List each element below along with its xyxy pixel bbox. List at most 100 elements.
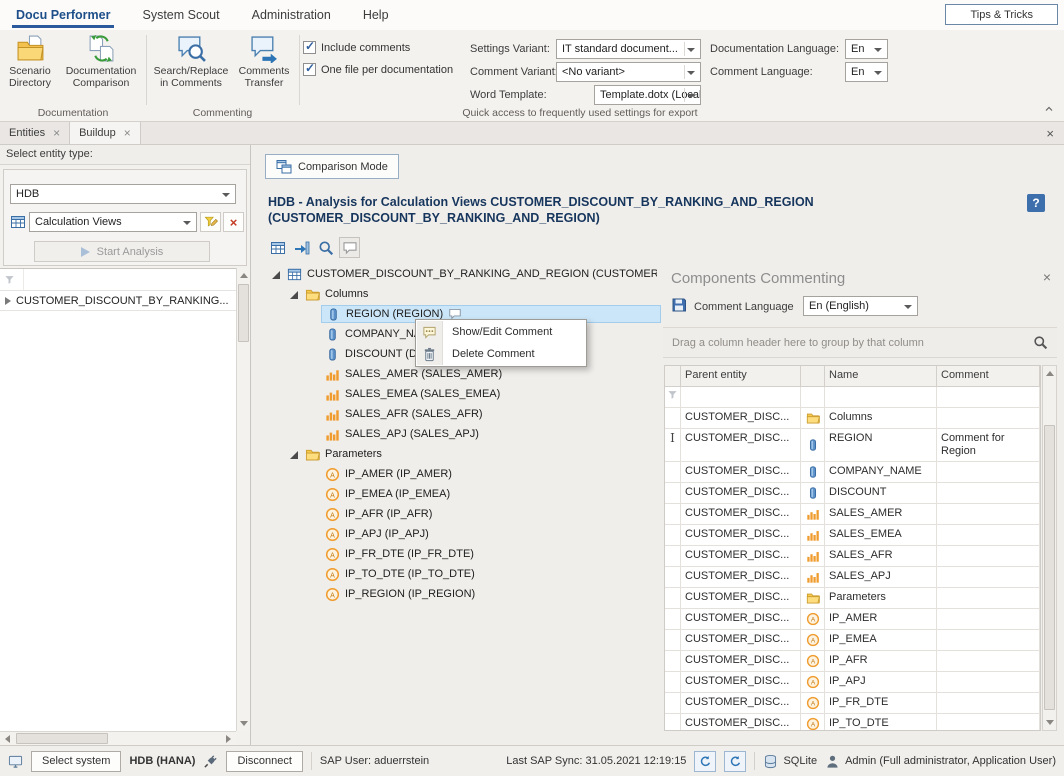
group-by-area[interactable]: Drag a column header here to group by th… (663, 327, 1057, 358)
sync-now-button[interactable] (694, 751, 716, 772)
menu-item-docu-performer[interactable]: Docu Performer (0, 0, 126, 30)
tree-node-sales-afr[interactable]: SALES_AFR (SALES_AFR) (253, 404, 661, 424)
table-row[interactable]: CUSTOMER_DISC... SALES_APJ (665, 567, 1040, 588)
scroll-down-icon[interactable] (240, 721, 248, 726)
include-comments-checkbox[interactable]: Include comments (303, 41, 410, 54)
comments-table-vscrollbar[interactable] (1042, 365, 1057, 731)
start-analysis-button[interactable]: Start Analysis (34, 241, 210, 262)
tree-node-parameters[interactable]: Parameters (253, 444, 661, 464)
tree-node-ip-apj[interactable]: IP_APJ (IP_APJ) (253, 524, 661, 544)
column-header-name[interactable]: Name (825, 366, 937, 387)
ribbon-collapse-button[interactable] (1040, 101, 1058, 117)
tab-buildup[interactable]: Buildup × (70, 122, 141, 144)
table-row[interactable]: CUSTOMER_DISC... SALES_AFR (665, 546, 1040, 567)
scroll-up-icon[interactable] (240, 273, 248, 278)
table-row[interactable]: CUSTOMER_DISC... SALES_AMER (665, 504, 1040, 525)
grid-filter-row[interactable] (0, 269, 236, 291)
tree-node-ip-amer[interactable]: IP_AMER (IP_AMER) (253, 464, 661, 484)
scroll-down-icon[interactable] (1046, 720, 1054, 725)
menu-item-administration[interactable]: Administration (236, 0, 347, 30)
table-row[interactable]: CUSTOMER_DISC... DISCOUNT (665, 483, 1040, 504)
panel-comment-language-select[interactable]: En (English) (803, 296, 918, 316)
scroll-right-icon[interactable] (226, 735, 231, 743)
entity-type-select[interactable]: Calculation Views (29, 212, 197, 232)
table-row[interactable]: CUSTOMER_DISC... COMPANY_NAME (665, 462, 1040, 483)
tree-node-ip-fr-dte[interactable]: IP_FR_DTE (IP_FR_DTE) (253, 544, 661, 564)
one-file-per-documentation-checkbox[interactable]: One file per documentation (303, 63, 453, 76)
tree-node-ip-to-dte[interactable]: IP_TO_DTE (IP_TO_DTE) (253, 564, 661, 584)
scroll-thumb[interactable] (16, 733, 108, 744)
measure-icon (806, 549, 820, 563)
tree-node-ip-region[interactable]: IP_REGION (IP_REGION) (253, 584, 661, 604)
select-system-button[interactable]: Select system (31, 751, 121, 772)
tree-node-sales-amer[interactable]: SALES_AMER (SALES_AMER) (253, 364, 661, 384)
checkbox-box (303, 63, 316, 76)
word-template-select[interactable]: Template.dotx (Local) (594, 85, 701, 105)
table-row[interactable]: CUSTOMER_DISC... Columns (665, 408, 1040, 429)
disconnect-button[interactable]: Disconnect (226, 751, 302, 772)
close-panel-button[interactable]: × (1043, 269, 1051, 285)
sync-settings-button[interactable] (724, 751, 746, 772)
close-document-button[interactable]: × (1036, 122, 1064, 144)
table-row[interactable]: I CUSTOMER_DISC... REGION Comment for Re… (665, 429, 1040, 462)
expand-row-icon[interactable] (5, 297, 11, 305)
menu-item-delete-comment[interactable]: Delete Comment (417, 343, 585, 365)
tips-and-tricks-button[interactable]: Tips & Tricks (945, 4, 1058, 25)
search-analysis-button[interactable] (315, 237, 336, 258)
filter-edit-button[interactable] (200, 212, 221, 232)
settings-variant-select[interactable]: IT standard document... (556, 39, 701, 59)
table-row[interactable]: CUSTOMER_DISC... IP_AFR (665, 651, 1040, 672)
expander-icon[interactable] (287, 447, 301, 461)
menu-item-show-edit-comment[interactable]: Show/Edit Comment (417, 321, 585, 343)
comment-toggle-button[interactable] (339, 237, 360, 258)
close-tab-icon[interactable]: × (124, 127, 131, 139)
scroll-left-icon[interactable] (5, 735, 10, 743)
expander-icon[interactable] (269, 267, 283, 281)
left-panel-vscrollbar[interactable] (236, 268, 250, 731)
tree-node-sales-apj[interactable]: SALES_APJ (SALES_APJ) (253, 424, 661, 444)
help-button[interactable]: ? (1027, 194, 1045, 212)
clear-filter-button[interactable]: × (223, 212, 244, 232)
transfer-analysis-button[interactable] (291, 237, 312, 258)
menu-item-help[interactable]: Help (347, 0, 405, 30)
system-select[interactable]: HDB (10, 184, 236, 204)
entity-row[interactable]: CUSTOMER_DISCOUNT_BY_RANKING... (0, 291, 236, 311)
menu-item-system-scout[interactable]: System Scout (126, 0, 235, 30)
comments-transfer-button[interactable]: Comments Transfer (233, 34, 295, 89)
table-row[interactable]: CUSTOMER_DISC... IP_AMER (665, 609, 1040, 630)
save-comment-icon[interactable] (671, 297, 687, 313)
tree-node-columns[interactable]: Columns (253, 284, 661, 304)
tree-node-ip-afr[interactable]: IP_AFR (IP_AFR) (253, 504, 661, 524)
table-row[interactable]: CUSTOMER_DISC... Parameters (665, 588, 1040, 609)
comment-variant-select[interactable]: <No variant> (556, 62, 701, 82)
comment-language-select[interactable]: En (845, 62, 888, 82)
search-replace-in-comments-button[interactable]: Search/Replace in Comments (152, 34, 230, 89)
search-icon[interactable] (1033, 335, 1048, 350)
documentation-comparison-button[interactable]: Documentation Comparison (60, 34, 142, 89)
export-analysis-button[interactable] (267, 237, 288, 258)
comparison-mode-button[interactable]: Comparison Mode (265, 154, 399, 179)
tree-node-sales-emea[interactable]: SALES_EMEA (SALES_EMEA) (253, 384, 661, 404)
measure-icon (806, 570, 820, 584)
documentation-language-select[interactable]: En (845, 39, 888, 59)
table-row[interactable]: CUSTOMER_DISC... IP_FR_DTE (665, 693, 1040, 714)
scroll-thumb[interactable] (1044, 425, 1055, 710)
close-tab-icon[interactable]: × (53, 127, 60, 139)
tree-node-root[interactable]: CUSTOMER_DISCOUNT_BY_RANKING_AND_REGION … (253, 264, 661, 284)
table-filter-row[interactable] (665, 387, 1040, 408)
scroll-up-icon[interactable] (1046, 371, 1054, 376)
table-row[interactable]: CUSTOMER_DISC... IP_EMEA (665, 630, 1040, 651)
column-header-comment[interactable]: Comment (937, 366, 1040, 387)
tab-entities[interactable]: Entities × (0, 122, 70, 144)
tree-node-ip-emea[interactable]: IP_EMEA (IP_EMEA) (253, 484, 661, 504)
expander-icon[interactable] (287, 287, 301, 301)
scenario-directory-button[interactable]: Scenario Directory (2, 34, 58, 89)
table-row[interactable]: CUSTOMER_DISC... IP_APJ (665, 672, 1040, 693)
table-row[interactable]: CUSTOMER_DISC... SALES_EMEA (665, 525, 1040, 546)
scroll-thumb[interactable] (238, 284, 249, 342)
analysis-toolbar (267, 237, 360, 258)
column-header-parent-entity[interactable]: Parent entity (681, 366, 801, 387)
left-panel-hscrollbar[interactable] (0, 731, 236, 745)
table-row[interactable]: CUSTOMER_DISC... IP_TO_DTE (665, 714, 1040, 731)
parameter-icon (325, 567, 340, 582)
